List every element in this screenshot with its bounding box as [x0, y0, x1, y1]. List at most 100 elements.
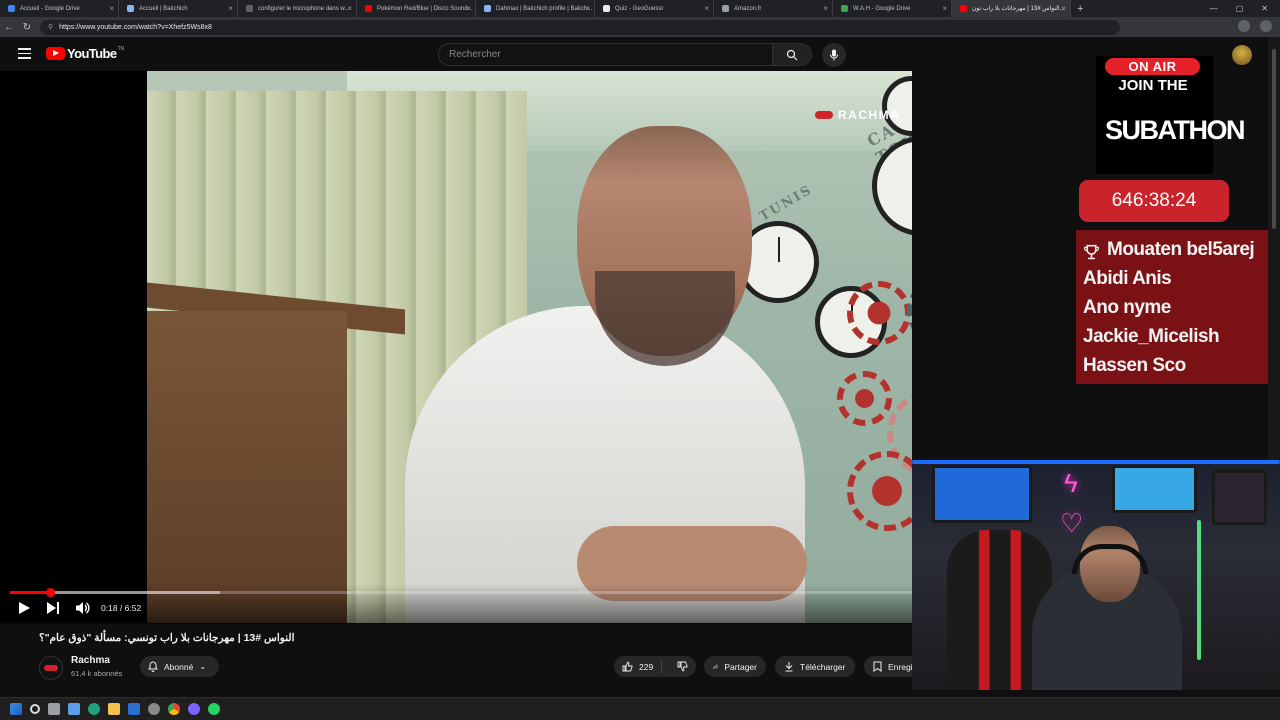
- edge-icon[interactable]: [88, 703, 100, 715]
- google-drive-icon: [8, 5, 15, 12]
- scrollbar-thumb[interactable]: [1272, 49, 1276, 229]
- minimize-icon[interactable]: —: [1210, 4, 1218, 13]
- thumbs-up-icon: [622, 661, 633, 672]
- volume-icon[interactable]: [76, 601, 90, 615]
- browser-tab[interactable]: W.A.H - Google Drive ×: [833, 0, 952, 17]
- back-arrow-icon[interactable]: ←: [0, 22, 18, 33]
- donor-name: Abidi Anis: [1083, 268, 1172, 289]
- close-tab-icon[interactable]: ×: [704, 4, 709, 13]
- reload-icon[interactable]: ↻: [18, 22, 36, 33]
- tab-label: Accueil | Bakchich: [139, 5, 188, 12]
- extension-icon[interactable]: [1238, 20, 1250, 32]
- address-bar-row: ← ↻ ⚲ https://www.youtube.com/watch?v=Xh…: [0, 17, 1280, 37]
- store-icon[interactable]: [128, 703, 140, 715]
- channel-name[interactable]: Rachma: [71, 655, 110, 666]
- youtube-logo[interactable]: YouTube TN: [46, 46, 124, 61]
- close-window-icon[interactable]: ✕: [1261, 4, 1268, 13]
- chrome-icon[interactable]: [168, 703, 180, 715]
- browser-tab[interactable]: Amazon.fr ×: [714, 0, 833, 17]
- download-button[interactable]: Télécharger: [775, 656, 855, 677]
- url-field[interactable]: ⚲ https://www.youtube.com/watch?v=Xhefz5…: [40, 19, 1120, 35]
- close-tab-icon[interactable]: ×: [228, 4, 233, 13]
- youtube-header: YouTube TN Rechercher: [0, 37, 1280, 71]
- task-view-icon[interactable]: [48, 703, 60, 715]
- amazon-favicon: [722, 5, 729, 12]
- trophy-icon: [1083, 244, 1100, 260]
- thumbs-down-icon: [677, 661, 688, 672]
- app-icon[interactable]: [188, 703, 200, 715]
- tab-label: Pokémon Red/Blue | Disco Sound...: [377, 5, 473, 12]
- browser-tab[interactable]: Accueil - Google Drive ×: [0, 0, 119, 17]
- close-tab-icon[interactable]: ×: [1061, 4, 1066, 13]
- close-tab-icon[interactable]: ×: [109, 4, 114, 13]
- like-count: 229: [639, 661, 654, 672]
- browser-tab[interactable]: Pokémon Red/Blue | Disco Sound... ×: [357, 0, 476, 17]
- close-tab-icon[interactable]: ×: [823, 4, 828, 13]
- app-icon[interactable]: [148, 703, 160, 715]
- tab-label: النواس #13 | مهرجانات بلا راب تون...: [972, 6, 1065, 12]
- lightning-icon: ϟ: [1064, 468, 1078, 498]
- bookmark-icon: [873, 661, 882, 672]
- play-icon[interactable]: [18, 602, 30, 614]
- progress-bar[interactable]: [10, 588, 912, 597]
- screen: Accueil - Google Drive × Accueil | Bakchi…: [0, 0, 1280, 720]
- next-video-icon[interactable]: [46, 602, 60, 614]
- subscribed-label: Abonné: [164, 661, 194, 672]
- rachma-logo-icon: [44, 665, 58, 671]
- search-icon: [786, 49, 798, 60]
- site-info-icon[interactable]: ⚲: [48, 23, 53, 31]
- close-tab-icon[interactable]: ×: [585, 4, 590, 13]
- widgets-icon[interactable]: [68, 703, 80, 715]
- share-button[interactable]: Partager: [704, 656, 766, 677]
- browser-tab[interactable]: Accueil | Bakchich ×: [119, 0, 238, 17]
- youtube-play-icon: [46, 47, 65, 60]
- tab-label: Amazon.fr: [734, 5, 762, 12]
- subscriber-count: 61,4 k abonnés: [71, 669, 123, 678]
- geoguessr-favicon: [603, 5, 610, 12]
- channel-avatar[interactable]: [39, 656, 63, 680]
- browser-toolbar-icons: [1238, 20, 1272, 32]
- webcam-overlay: ϟ ♡: [912, 460, 1280, 690]
- windows-start-icon[interactable]: [10, 703, 22, 715]
- close-tab-icon[interactable]: ×: [942, 4, 947, 13]
- whatsapp-icon[interactable]: [208, 703, 220, 715]
- heart-icon: ♡: [1060, 508, 1084, 538]
- new-tab-button[interactable]: +: [1077, 3, 1083, 15]
- scrubber-handle[interactable]: [45, 588, 55, 597]
- youtube-favicon: [365, 5, 372, 12]
- tab-label: configurer le microphone dans w...: [258, 5, 350, 12]
- profile-icon[interactable]: [1260, 20, 1272, 32]
- download-label: Télécharger: [800, 661, 846, 672]
- tab-label: Dahmax | Bakchich profile | Bakch...: [496, 5, 593, 12]
- subscribed-button[interactable]: Abonné ⌄: [140, 656, 219, 677]
- browser-tab[interactable]: configurer le microphone dans w... ×: [238, 0, 357, 17]
- background-monitor: [1112, 465, 1197, 513]
- file-explorer-icon[interactable]: [108, 703, 120, 715]
- search-button[interactable]: [772, 43, 812, 66]
- logo-word: YouTube: [67, 46, 117, 61]
- dislike-button[interactable]: [668, 661, 697, 672]
- hamburger-menu-icon[interactable]: [18, 48, 31, 59]
- search-input[interactable]: Rechercher: [438, 43, 773, 66]
- video-player[interactable]: CAPE TOWN TUNIS RACHMA: [0, 71, 912, 623]
- bell-icon: [148, 661, 158, 672]
- maximize-icon[interactable]: ▢: [1236, 4, 1244, 13]
- subathon-timer: 646:38:24: [1079, 180, 1229, 222]
- search-icon[interactable]: [30, 704, 40, 714]
- download-icon: [785, 662, 793, 672]
- video-title: النواس #13 | مهرجانات بلا راب تونسي: مسأ…: [39, 632, 295, 644]
- browser-tab-active[interactable]: النواس #13 | مهرجانات بلا راب تون... ×: [952, 0, 1071, 17]
- background-monitor: [932, 465, 1032, 523]
- browser-tab[interactable]: Quiz - GeoGuessr ×: [595, 0, 714, 17]
- like-button[interactable]: 229: [614, 660, 663, 673]
- close-tab-icon[interactable]: ×: [466, 4, 471, 13]
- browser-tab[interactable]: Dahmax | Bakchich profile | Bakch... ×: [476, 0, 595, 17]
- close-tab-icon[interactable]: ×: [347, 4, 352, 13]
- google-drive-icon: [841, 5, 848, 12]
- account-avatar[interactable]: [1232, 45, 1252, 65]
- save-label: Enregi: [888, 661, 913, 672]
- logo-country: TN: [117, 46, 125, 52]
- page-favicon: [127, 5, 134, 12]
- voice-search-button[interactable]: [822, 43, 846, 67]
- channel-watermark: RACHMA: [815, 108, 900, 122]
